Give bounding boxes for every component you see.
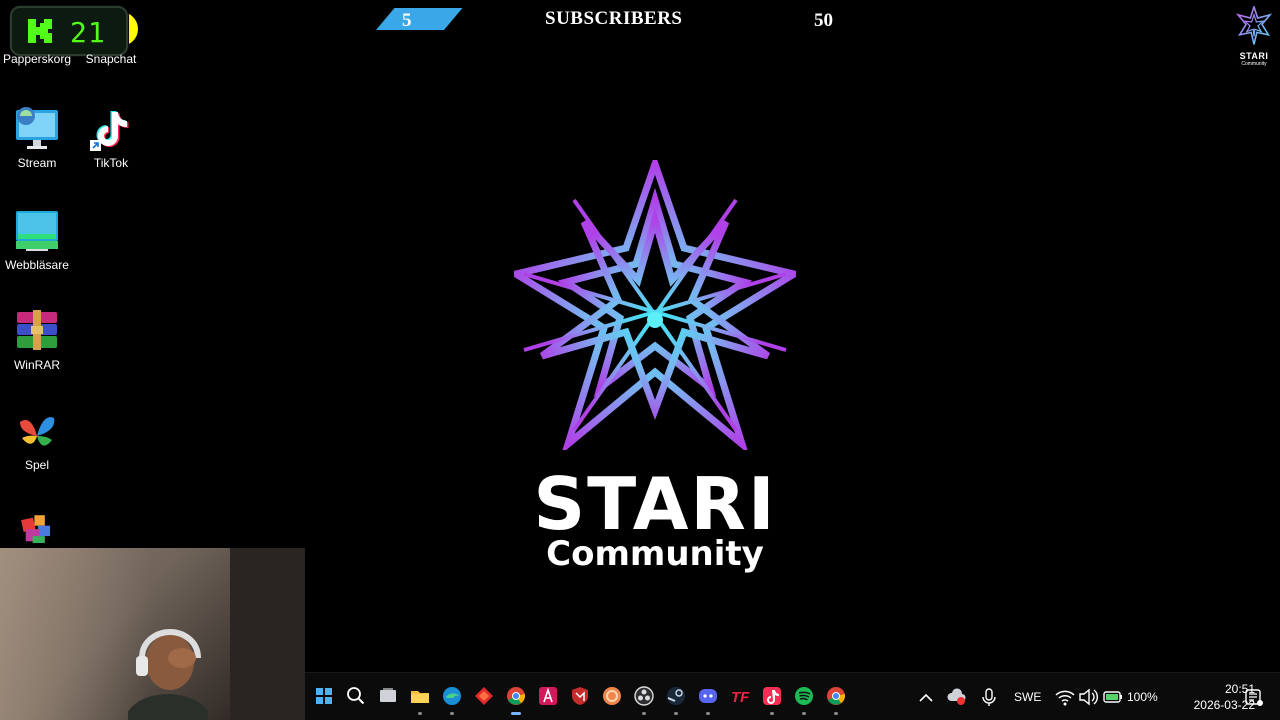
desktop-icon-label: Snapchat — [85, 52, 137, 66]
desktop-icon-label: Stream — [17, 156, 57, 170]
subscriber-goal: 50 — [814, 10, 833, 31]
subscriber-title: SUBSCRIBERS — [545, 8, 683, 29]
brand-subtitle: Community — [546, 534, 764, 574]
battery-icon[interactable] — [1102, 686, 1124, 708]
taskbar-spotify[interactable] — [793, 685, 815, 715]
obs-icon — [633, 685, 655, 707]
taskbar-steam[interactable] — [665, 685, 687, 715]
language-indicator[interactable]: SWE — [1014, 690, 1041, 704]
viewer-count: 21 — [70, 16, 106, 49]
stream-monitor-icon — [14, 106, 60, 152]
notification-icon[interactable] — [1243, 686, 1265, 708]
kick-viewer-widget: 21 — [10, 6, 128, 56]
desktop-icon-stream[interactable]: Stream — [0, 106, 74, 170]
tiktok-icon — [761, 685, 783, 707]
tiktok-icon — [88, 106, 134, 152]
taskbar-start-button[interactable] — [313, 685, 335, 707]
svg-text:TF: TF — [731, 689, 750, 706]
taskbar-tiktok[interactable] — [761, 685, 783, 715]
taskbar-chrome-active[interactable] — [505, 685, 527, 715]
browser-monitor-icon — [14, 208, 60, 254]
desktop-icon-tiktok[interactable]: TikTok — [74, 106, 148, 170]
games-icon — [14, 408, 60, 454]
chrome-icon — [505, 685, 527, 707]
running-indicator — [770, 712, 774, 715]
corner-logo: STARI Community — [1232, 4, 1276, 68]
subscriber-progress-fill — [376, 8, 463, 30]
running-indicator — [642, 712, 646, 715]
winrar-icon — [14, 308, 60, 354]
running-indicator — [834, 712, 838, 715]
steam-icon — [665, 685, 687, 707]
running-indicator — [706, 712, 710, 715]
spotify-icon — [793, 685, 815, 707]
taskbar-obs[interactable] — [633, 685, 655, 715]
desktop-icon-games[interactable]: Spel — [0, 408, 74, 472]
taskbar-search-button[interactable] — [345, 685, 367, 707]
desktop: 21 Papperskorg Snapchat Stream TikTok We… — [0, 0, 1280, 720]
taskbar-tf-app[interactable]: TF — [729, 685, 751, 707]
taskbar-chrome-2[interactable] — [825, 685, 847, 715]
taskbar-adobe-app[interactable] — [537, 685, 559, 707]
taskbar-mcafee[interactable] — [569, 685, 591, 707]
desktop-icon-browser[interactable]: Webbläsare — [0, 208, 74, 272]
microphone-icon[interactable] — [978, 686, 1000, 708]
adobe-icon — [537, 685, 559, 707]
taskbar: TF SWE 100% 20:51 2026-03-22 — [305, 672, 1280, 720]
desktop-icon-label: Papperskorg — [2, 52, 72, 66]
desktop-icon-label: Webbläsare — [5, 258, 69, 272]
discord-icon — [697, 685, 719, 707]
chrome-icon — [825, 685, 847, 707]
chevron-up-icon[interactable] — [915, 687, 937, 709]
cloud-sync-icon[interactable] — [946, 686, 968, 708]
orange-swirl-icon — [601, 685, 623, 707]
stari-star-logo — [514, 160, 796, 450]
running-indicator — [450, 712, 454, 715]
folder-icon — [409, 685, 431, 707]
wifi-icon[interactable] — [1054, 686, 1076, 708]
taskbar-orange-app[interactable] — [601, 685, 623, 707]
tf-icon: TF — [729, 685, 751, 707]
star-logo-icon — [1235, 4, 1273, 45]
desktop-icon-label: WinRAR — [13, 358, 60, 372]
search-icon — [345, 685, 367, 707]
windows-icon — [313, 685, 335, 707]
edge-icon — [441, 685, 463, 707]
running-indicator — [802, 712, 806, 715]
volume-icon[interactable] — [1077, 686, 1099, 708]
running-indicator — [418, 712, 422, 715]
desktop-icon-winrar[interactable]: WinRAR — [0, 308, 74, 372]
corner-logo-subtitle: Community — [1241, 61, 1267, 67]
corner-logo-title: STARI — [1239, 51, 1269, 61]
kick-logo-icon — [28, 19, 52, 43]
desktop-icon-label: Spel — [24, 458, 50, 472]
subscriber-goal-bar: 5 SUBSCRIBERS 50 — [356, 6, 856, 36]
desktop-icon-label: TikTok — [93, 156, 129, 170]
desktop-icon-snapchat[interactable]: Snapchat — [74, 52, 148, 66]
battery-percent: 100% — [1127, 690, 1158, 704]
taskbar-discord[interactable] — [697, 685, 719, 715]
task-view-icon — [377, 685, 399, 707]
shield-icon — [569, 685, 591, 707]
desktop-icon-recycle-bin[interactable]: Papperskorg — [0, 52, 74, 66]
taskbar-task-view-button[interactable] — [377, 685, 399, 707]
streamer-person — [128, 628, 208, 720]
running-indicator — [511, 712, 521, 715]
taskbar-file-explorer[interactable] — [409, 685, 431, 715]
taskbar-edge[interactable] — [441, 685, 463, 715]
subscriber-current: 5 — [402, 10, 412, 31]
webcam-feed — [0, 548, 305, 720]
taskbar-app-red[interactable] — [473, 685, 495, 707]
running-indicator — [674, 712, 678, 715]
red-diamond-icon — [473, 685, 495, 707]
